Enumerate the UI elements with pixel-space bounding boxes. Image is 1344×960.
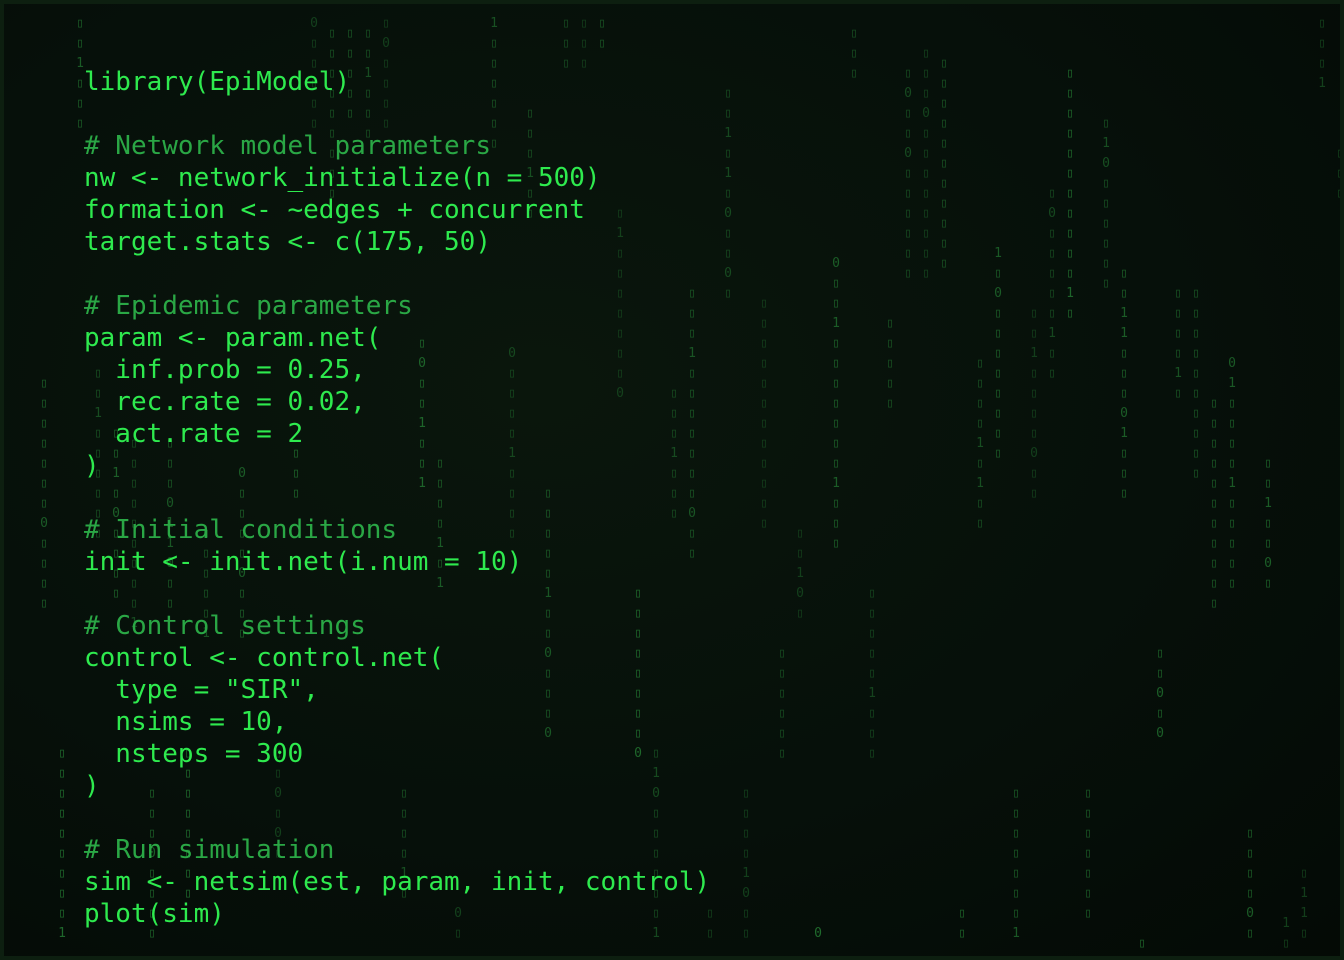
matrix-rain-column: ▯ ▯ ▯ ▯ ▯ ▯ ▯ ▯ ▯ ▯ ▯ 1 ▯	[1066, 66, 1074, 321]
code-line: param <- param.net(	[84, 323, 382, 353]
matrix-rain-column: 0	[814, 926, 822, 941]
matrix-rain-column: ▯ ▯ 1 1 ▯ ▯ ▯ 0 1 ▯ ▯ ▯	[1120, 266, 1128, 501]
code-line: control <- control.net(	[84, 643, 445, 673]
code-comment-line: # Control settings	[84, 611, 366, 641]
matrix-rain-column: 0 ▯ ▯ 1 ▯ ▯ ▯ ▯ ▯ ▯ ▯ 1 ▯ ▯ ▯	[832, 256, 840, 551]
matrix-rain-column: ▯ ▯ 1 0 ▯	[796, 526, 804, 621]
code-line: )	[84, 451, 100, 481]
matrix-rain-column: ▯ ▯ ▯ ▯ ▯ ▯ ▯ ▯ ▯ ▯ ▯	[1210, 396, 1218, 611]
code-comment-line: # Initial conditions	[84, 515, 398, 545]
matrix-rain-column: ▯ ▯ ▯ ▯ ▯ ▯ ▯ 1	[1012, 786, 1020, 941]
code-block: library(EpiModel) # Network model paramet…	[84, 66, 710, 930]
code-screen: ▯ ▯ ▯ ▯ ▯ ▯ ▯ 0 ▯ ▯ ▯ ▯ ▯ ▯ ▯ ▯ ▯ ▯ ▯ ▯ ▯…	[0, 0, 1344, 960]
matrix-rain-column: ▯ ▯ ▯ ▯ ▯ ▯	[778, 646, 786, 761]
matrix-rain-column: ▯ ▯ ▯ ▯ ▯ 1 ▯ ▯ ▯	[868, 586, 876, 761]
matrix-rain-column: ▯ ▯	[958, 906, 966, 941]
code-line: library(EpiModel)	[84, 67, 351, 97]
matrix-rain-column: ▯ ▯ 0 ▯ 0	[1156, 646, 1164, 741]
matrix-rain-column: ▯ ▯ ▯ ▯ ▯ ▯ ▯ ▯ ▯ 1	[58, 746, 66, 941]
code-line: inf.prob = 0.25,	[84, 355, 366, 385]
code-line: act.rate = 2	[84, 419, 304, 449]
matrix-rain-column: ▯	[1138, 936, 1146, 951]
matrix-rain-column: ▯ ▯ ▯ ▯ ▯ ▯ ▯ ▯ ▯ ▯ ▯	[940, 56, 948, 271]
matrix-rain-column: ▯ ▯ ▯ ▯ 1 ▯ 1 ▯ ▯	[976, 356, 984, 531]
matrix-rain-column: 0 1 ▯ ▯ ▯ ▯ 1 ▯ ▯ ▯ ▯ ▯	[1228, 356, 1236, 591]
matrix-rain-column: ▯ ▯ ▯ 0 ▯ ▯ ▯ ▯ ▯ ▯ ▯ ▯	[922, 46, 930, 281]
matrix-rain-column: ▯ ▯ ▯ ▯ ▯ ▯ ▯ 0 ▯ ▯ ▯ ▯	[40, 376, 48, 611]
matrix-rain-column: ▯ ▯ ▯ ▯ ▯ ▯ ▯ ▯ ▯ ▯ ▯ ▯	[760, 296, 768, 531]
code-line: formation <- ~edges + concurrent	[84, 195, 585, 225]
code-comment-line: # Run simulation	[84, 835, 335, 865]
matrix-rain-column: ▯ ▯ ▯ ▯ ▯ ▯ ▯	[1084, 786, 1092, 921]
matrix-rain-column: ▯ ▯	[598, 16, 606, 51]
code-line: type = "SIR",	[84, 675, 319, 705]
matrix-rain-column: ▯ ▯ ▯	[1336, 146, 1344, 201]
code-line: nsims = 10,	[84, 707, 288, 737]
matrix-rain-column: 1 ▯	[1282, 916, 1290, 951]
code-line: nsteps = 300	[84, 739, 304, 769]
matrix-rain-column: ▯ 1 0 ▯ ▯ ▯ ▯ ▯ ▯	[1102, 116, 1110, 291]
code-comment-line: # Epidemic parameters	[84, 291, 413, 321]
matrix-rain-column: ▯ ▯ 1 ▯ ▯ 0 ▯	[1264, 456, 1272, 591]
code-line: sim <- netsim(est, param, init, control)	[84, 867, 711, 897]
code-line: target.stats <- c(175, 50)	[84, 227, 491, 257]
matrix-rain-column: ▯ ▯ ▯ ▯ 1 ▯	[1174, 286, 1182, 401]
matrix-rain-column: ▯ ▯ ▯	[580, 16, 588, 71]
matrix-rain-column: ▯ ▯ ▯ 1	[1318, 16, 1326, 91]
matrix-rain-column: ▯ ▯ ▯ ▯ ▯ ▯ ▯ ▯ ▯ ▯	[1192, 286, 1200, 481]
matrix-rain-column: ▯ 0 ▯ ▯ 0 ▯ ▯ ▯ ▯ ▯ ▯	[904, 66, 912, 281]
code-line: nw <- network_initialize(n = 500)	[84, 163, 601, 193]
matrix-rain-column: ▯ ▯ 1 ▯ ▯ ▯ ▯ 0 ▯ ▯	[1030, 306, 1038, 501]
matrix-rain-column: 1 ▯ 0 ▯ ▯ ▯ ▯ ▯ ▯ ▯ ▯	[994, 246, 1002, 461]
code-line: rec.rate = 0.02,	[84, 387, 366, 417]
matrix-rain-column: ▯ ▯ ▯ ▯ ▯	[886, 316, 894, 411]
matrix-rain-column: ▯ ▯ ▯ ▯ 0 ▯	[1246, 826, 1254, 941]
code-comment-line: # Network model parameters	[84, 131, 491, 161]
matrix-rain-column: ▯ ▯ 1 ▯ 1 ▯ 0 ▯ ▯ 0 ▯	[724, 86, 732, 301]
code-line: )	[84, 771, 100, 801]
matrix-rain-column: ▯ ▯ ▯ ▯ 1 0 ▯ ▯	[742, 786, 750, 941]
matrix-rain-column: ▯ 1 1 ▯	[1300, 866, 1308, 941]
code-line: plot(sim)	[84, 899, 225, 929]
matrix-rain-column: ▯ ▯ ▯	[850, 26, 858, 81]
matrix-rain-column: ▯ ▯ ▯	[562, 16, 570, 71]
matrix-rain-column: ▯ 0 ▯ ▯ ▯ ▯ ▯ 1 ▯ ▯	[1048, 186, 1056, 381]
code-line: init <- init.net(i.num = 10)	[84, 547, 523, 577]
